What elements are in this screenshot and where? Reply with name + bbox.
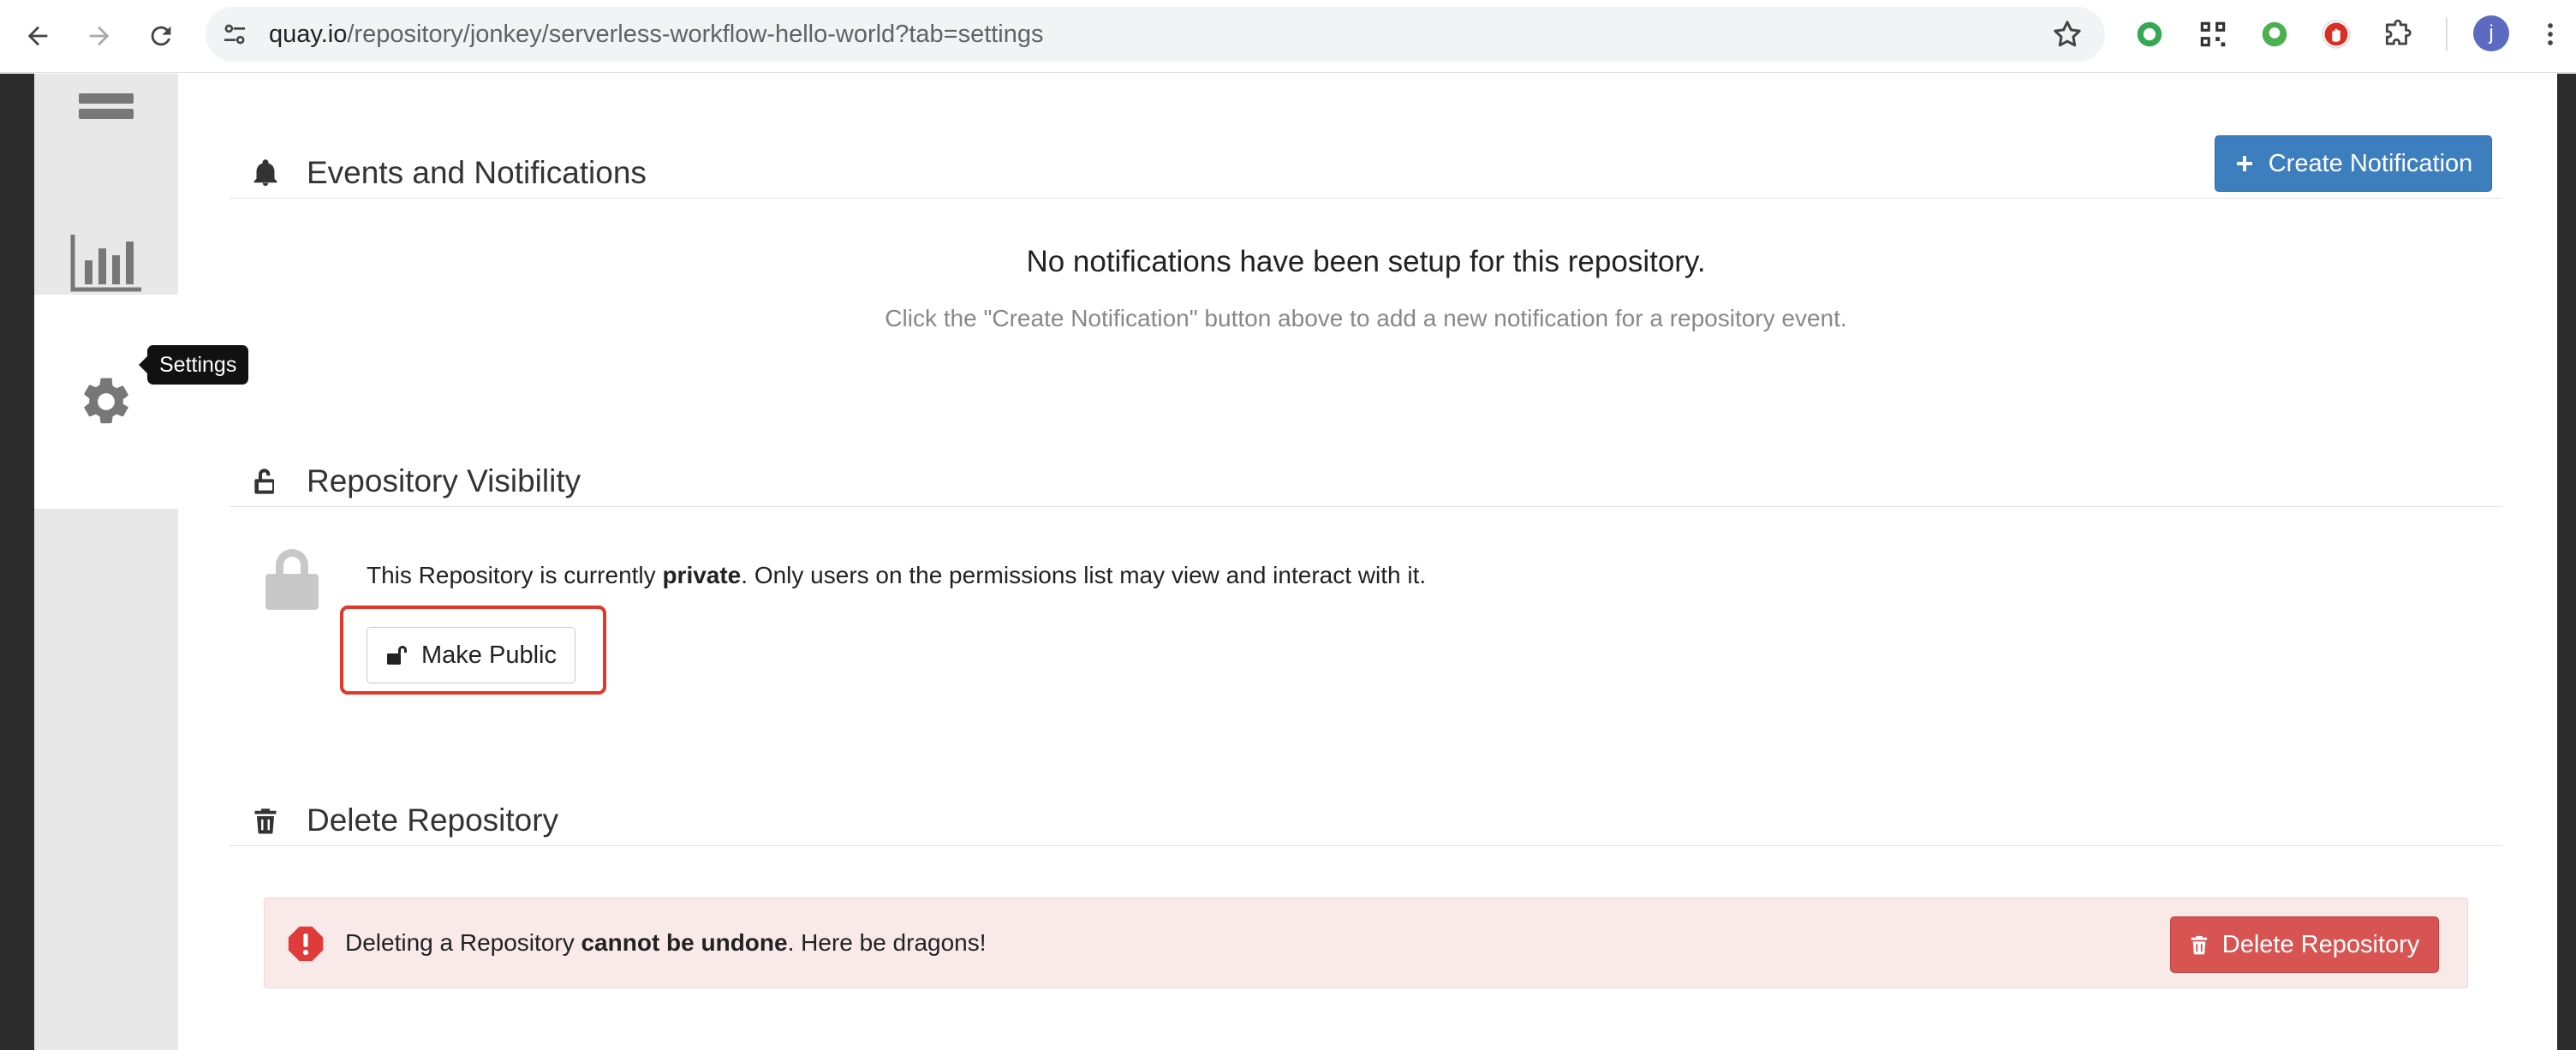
extensions-puzzle-icon[interactable] xyxy=(2377,14,2418,55)
visibility-status: private xyxy=(662,562,742,588)
delete-warning-bold: cannot be undone xyxy=(581,929,788,956)
toolbar-divider xyxy=(2446,17,2448,51)
extension-chat-icon[interactable] xyxy=(2254,14,2295,55)
delete-repository-button[interactable]: Delete Repository xyxy=(2170,916,2439,973)
site-info-icon[interactable] xyxy=(218,17,252,51)
bell-icon xyxy=(250,158,281,188)
make-public-button[interactable]: Make Public xyxy=(367,627,575,683)
layers-icon xyxy=(79,93,134,119)
url-text[interactable]: quay.io/repository/jonkey/serverless-wor… xyxy=(269,7,1044,62)
notifications-empty-title: No notifications have been setup for thi… xyxy=(1026,245,1706,278)
create-notification-label: Create Notification xyxy=(2268,149,2473,177)
extension-qr-code-icon[interactable] xyxy=(2192,14,2233,55)
delete-warning-text: Deleting a Repository cannot be undone. … xyxy=(345,929,987,957)
notifications-empty-subtitle: Click the "Create Notification" button a… xyxy=(885,305,1847,331)
url-path: /repository/jonkey/serverless-workflow-h… xyxy=(347,21,1044,48)
delete-title: Delete Repository xyxy=(307,802,559,838)
arrow-right-icon xyxy=(89,26,110,46)
url-host: quay.io xyxy=(269,21,348,48)
sidebar-item-tags[interactable] xyxy=(34,74,178,151)
bookmark-star-icon[interactable] xyxy=(2050,17,2084,51)
page-left-edge xyxy=(0,74,34,1050)
notifications-title: Events and Notifications xyxy=(307,155,647,190)
arrow-left-icon xyxy=(27,26,48,46)
notifications-section-header: Events and Notifications xyxy=(230,147,2502,199)
browser-menu-icon[interactable] xyxy=(2533,15,2567,53)
delete-warning-suffix: . Here be dragons! xyxy=(787,929,987,956)
address-bar[interactable]: quay.io/repository/jonkey/serverless-wor… xyxy=(206,7,2105,62)
forward-button[interactable] xyxy=(75,12,123,60)
lock-icon xyxy=(262,546,322,612)
bar-chart-icon xyxy=(70,235,141,292)
delete-repository-label: Delete Repository xyxy=(2221,930,2420,958)
visibility-description: This Repository is currently private. On… xyxy=(367,562,1426,589)
gear-icon xyxy=(84,378,128,424)
back-button[interactable] xyxy=(14,12,62,60)
browser-toolbar: quay.io/repository/jonkey/serverless-wor… xyxy=(0,0,2576,73)
sidebar-item-settings[interactable] xyxy=(34,295,178,509)
trash-icon xyxy=(250,805,281,836)
reload-button[interactable] xyxy=(137,12,185,60)
delete-warning-prefix: Deleting a Repository xyxy=(345,929,581,956)
plus-icon xyxy=(2236,156,2252,171)
exclamation-octagon-icon xyxy=(287,925,325,963)
reload-icon xyxy=(151,26,171,46)
sidebar-item-usage-logs[interactable] xyxy=(34,221,178,303)
visibility-text-prefix: This Repository is currently xyxy=(367,562,663,588)
page-right-edge xyxy=(2557,74,2576,1050)
extension-green-circle-icon[interactable] xyxy=(2129,14,2170,55)
trash-icon xyxy=(2191,935,2207,955)
extension-block-hand-icon[interactable] xyxy=(2316,14,2357,55)
delete-warning-alert: Deleting a Repository cannot be undone. … xyxy=(264,898,2468,988)
delete-section-header: Delete Repository xyxy=(230,795,2502,846)
create-notification-button[interactable]: Create Notification xyxy=(2215,135,2492,192)
unlock-icon xyxy=(250,466,281,497)
unlock-icon xyxy=(387,646,408,665)
make-public-label: Make Public xyxy=(421,641,557,669)
repository-sidebar xyxy=(34,74,178,1050)
visibility-text-suffix: . Only users on the permissions list may… xyxy=(741,562,1427,588)
visibility-title: Repository Visibility xyxy=(307,463,581,498)
profile-avatar[interactable]: j xyxy=(2473,15,2509,51)
settings-tooltip: Settings xyxy=(138,345,249,385)
visibility-section-header: Repository Visibility xyxy=(230,456,2502,507)
